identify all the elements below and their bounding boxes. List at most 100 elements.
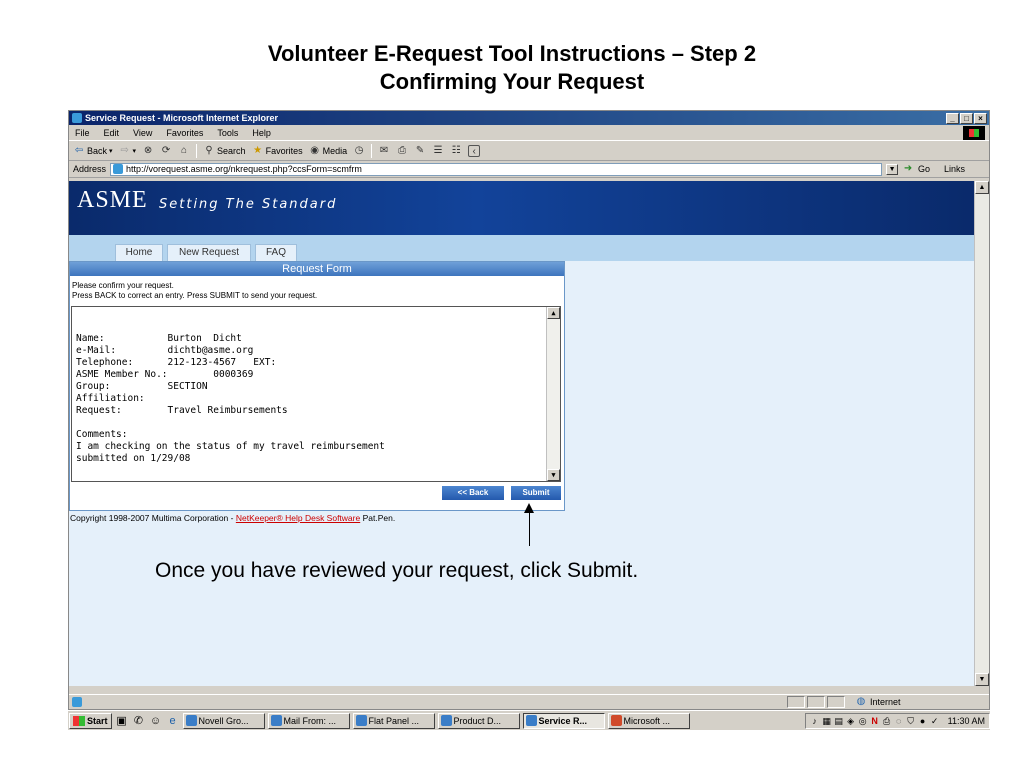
- antivirus-icon[interactable]: ◎: [858, 716, 868, 726]
- form-instructions: Please confirm your request. Press BACK …: [70, 276, 564, 301]
- favorites-button[interactable]: ★ Favorites: [252, 145, 303, 157]
- address-dropdown-button[interactable]: ▼: [886, 163, 899, 175]
- novell-n-icon[interactable]: N: [870, 716, 880, 726]
- request-summary-textarea[interactable]: Name: Burton Dicht e-Mail: dichtb@asme.o…: [71, 306, 561, 482]
- menu-view[interactable]: View: [133, 128, 152, 138]
- tab-faq[interactable]: FAQ: [255, 244, 297, 261]
- maximize-button[interactable]: □: [960, 112, 973, 124]
- page-scrollbar[interactable]: ▲ ▼: [974, 181, 989, 686]
- scroll-down-icon[interactable]: ▼: [547, 469, 560, 481]
- monitor-icon[interactable]: ▤: [834, 716, 844, 726]
- task-label: Novell Gro...: [198, 715, 249, 726]
- print-icon[interactable]: ⎙: [396, 145, 408, 157]
- back-form-button[interactable]: << Back: [442, 486, 504, 500]
- task-microsoft[interactable]: Microsoft ...: [607, 712, 690, 729]
- menu-tools[interactable]: Tools: [217, 128, 238, 138]
- globe-icon: ◍: [856, 696, 866, 707]
- outlook-icon[interactable]: ✆: [132, 714, 146, 728]
- site-banner: ASME Setting The Standard: [69, 181, 975, 235]
- novell-icon: [185, 715, 197, 726]
- volume-icon[interactable]: ♪: [810, 716, 820, 726]
- messenger-icon[interactable]: ☺: [149, 714, 163, 728]
- task-label: Service R...: [538, 715, 588, 726]
- menu-favorites[interactable]: Favorites: [166, 128, 203, 138]
- netkeeper-link[interactable]: NetKeeper® Help Desk Software: [236, 513, 360, 523]
- sync-icon[interactable]: ◌: [894, 716, 904, 726]
- media-button[interactable]: ◉ Media: [309, 145, 348, 157]
- textarea-scrollbar[interactable]: ▲ ▼: [546, 307, 560, 481]
- back-label: Back: [87, 145, 108, 156]
- toolbar: ⇦ Back ▾ ⇨ ▾ ⊗ ⟳ ⌂ ⚲ Search ★ Favorites …: [69, 141, 989, 161]
- tab-home[interactable]: Home: [115, 244, 163, 261]
- security-zone: ◍ Internet: [855, 696, 901, 708]
- status-cell: [807, 696, 825, 708]
- task-novell[interactable]: Novell Gro...: [182, 712, 265, 729]
- search-button[interactable]: ⚲ Search: [203, 145, 246, 157]
- ie-icon: [525, 715, 537, 726]
- tab-new-request[interactable]: New Request: [167, 244, 251, 261]
- title-bar: Service Request - Microsoft Internet Exp…: [69, 111, 989, 125]
- powerpoint-icon: [610, 715, 622, 726]
- history-icon[interactable]: ◷: [353, 145, 365, 157]
- shield-icon[interactable]: ⛉: [906, 716, 916, 726]
- instruction-line1: Please confirm your request.: [72, 281, 174, 290]
- page-scroll-up-icon[interactable]: ▲: [975, 181, 989, 194]
- go-button[interactable]: Go: [918, 164, 930, 174]
- ie-quicklaunch-icon[interactable]: e: [166, 714, 180, 728]
- ie-window: Service Request - Microsoft Internet Exp…: [68, 110, 990, 710]
- alert-icon[interactable]: ●: [918, 716, 928, 726]
- address-input[interactable]: http://vorequest.asme.org/nkrequest.php?…: [110, 162, 883, 176]
- show-desktop-icon[interactable]: ▣: [115, 714, 129, 728]
- nav-strip: Home New Request FAQ: [69, 235, 975, 261]
- status-bar: ◍ Internet: [69, 694, 989, 709]
- update-icon[interactable]: ✓: [930, 716, 940, 726]
- security-icon[interactable]: ◈: [846, 716, 856, 726]
- asme-logo: ASME: [77, 187, 148, 213]
- copyright-suffix: Pat.Pen.: [360, 513, 396, 523]
- task-label: Microsoft ...: [623, 715, 671, 726]
- status-cell: [827, 696, 845, 708]
- task-product[interactable]: Product D...: [437, 712, 520, 729]
- page-scroll-down-icon[interactable]: ▼: [975, 673, 989, 686]
- site-tagline: Setting The Standard: [159, 197, 338, 212]
- task-mail[interactable]: Mail From: ...: [267, 712, 350, 729]
- network-icon[interactable]: ▦: [822, 716, 832, 726]
- close-button[interactable]: ×: [974, 112, 987, 124]
- home-icon[interactable]: ⌂: [178, 145, 190, 157]
- back-button[interactable]: ⇦ Back ▾: [73, 145, 113, 157]
- page-viewport: ASME Setting The Standard Home New Reque…: [69, 181, 975, 686]
- mail-icon[interactable]: ✉: [378, 145, 390, 157]
- scroll-up-icon[interactable]: ▲: [547, 307, 560, 319]
- start-button[interactable]: Start: [69, 712, 112, 729]
- research-icon[interactable]: ‹: [468, 144, 481, 157]
- instruction-callout: Once you have reviewed your request, cli…: [155, 559, 639, 582]
- task-service-request[interactable]: Service R...: [522, 712, 605, 729]
- request-form-panel: Request Form Please confirm your request…: [69, 261, 565, 511]
- submit-button[interactable]: Submit: [511, 486, 561, 500]
- edit-icon[interactable]: ✎: [414, 145, 426, 157]
- printer-icon[interactable]: ⎙: [882, 716, 892, 726]
- search-label: Search: [217, 145, 246, 156]
- messenger-icon[interactable]: ☷: [450, 145, 462, 157]
- task-flat-panel[interactable]: Flat Panel ...: [352, 712, 435, 729]
- discuss-icon[interactable]: ☰: [432, 145, 444, 157]
- copyright-footer: Copyright 1998-2007 Multima Corporation …: [70, 513, 395, 523]
- media-label: Media: [322, 145, 348, 156]
- slide-title-line1: Volunteer E-Request Tool Instructions – …: [267, 41, 757, 66]
- menu-edit[interactable]: Edit: [104, 128, 120, 138]
- go-arrow-icon[interactable]: ➜: [902, 163, 914, 175]
- links-button[interactable]: Links: [944, 164, 965, 174]
- minimize-button[interactable]: _: [946, 112, 959, 124]
- favorites-icon: ★: [253, 144, 263, 156]
- forward-button[interactable]: ⇨ ▾: [119, 145, 136, 157]
- ie-icon: [72, 113, 82, 123]
- menu-file[interactable]: File: [75, 128, 90, 138]
- refresh-icon[interactable]: ⟳: [160, 145, 172, 157]
- slide-title-line2: Confirming Your Request: [379, 69, 645, 94]
- menu-help[interactable]: Help: [252, 128, 271, 138]
- stop-icon[interactable]: ⊗: [142, 145, 154, 157]
- windows-flag-icon: [73, 715, 85, 726]
- toolbar-separator: [196, 143, 198, 158]
- windows-logo-icon: [963, 126, 985, 140]
- task-label: Flat Panel ...: [368, 715, 420, 726]
